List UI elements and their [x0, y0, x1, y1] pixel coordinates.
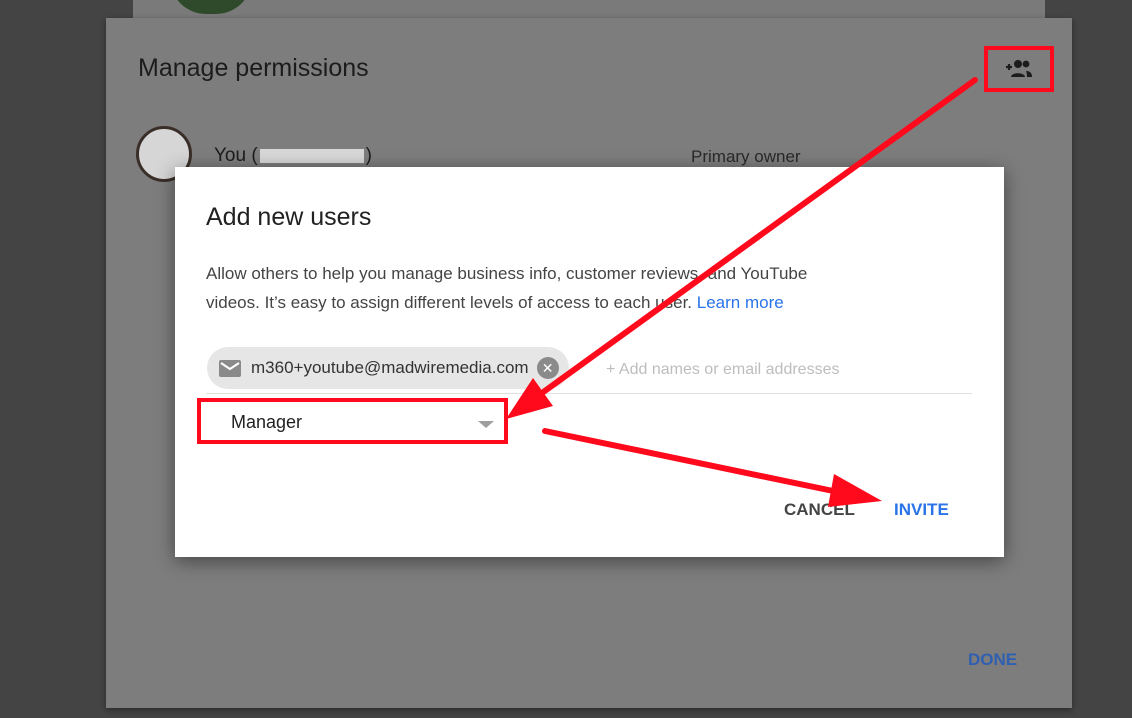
person-add-icon	[1006, 60, 1032, 77]
role-value: Manager	[231, 412, 303, 432]
owner-role: Primary owner	[691, 147, 801, 166]
role-select[interactable]: Manager	[197, 398, 508, 444]
learn-more-link[interactable]: Learn more	[697, 293, 784, 312]
description-line-1: Allow others to help you manage business…	[206, 264, 808, 283]
chip-email: m360+youtube@madwiremedia.com	[251, 358, 529, 377]
email-input[interactable]	[604, 355, 948, 385]
close-icon[interactable]: ✕	[536, 357, 559, 379]
invite-button[interactable]: INVITE	[894, 500, 949, 520]
owner-name: You ()	[214, 145, 372, 167]
cancel-button[interactable]: CANCEL	[784, 500, 855, 520]
add-users-title: Add new users	[206, 203, 372, 231]
manage-permissions-title: Manage permissions	[138, 54, 369, 82]
add-user-button[interactable]	[984, 46, 1054, 92]
owner-name-suffix: )	[365, 145, 372, 166]
done-button[interactable]: DONE	[968, 650, 1017, 670]
chevron-down-icon	[478, 421, 494, 428]
email-chip[interactable]: m360+youtube@madwiremedia.com ✕	[207, 347, 569, 389]
owner-name-prefix: You (	[214, 145, 258, 166]
redacted-name	[259, 148, 364, 163]
email-field[interactable]: m360+youtube@madwiremedia.com ✕	[206, 347, 972, 394]
background-page-card	[133, 0, 1045, 18]
add-users-description: Allow others to help you manage business…	[206, 259, 926, 317]
description-line-2: videos. It’s easy to assign different le…	[206, 293, 693, 312]
add-new-users-dialog: Add new users Allow others to help you m…	[175, 167, 1004, 557]
mail-icon	[219, 359, 241, 377]
